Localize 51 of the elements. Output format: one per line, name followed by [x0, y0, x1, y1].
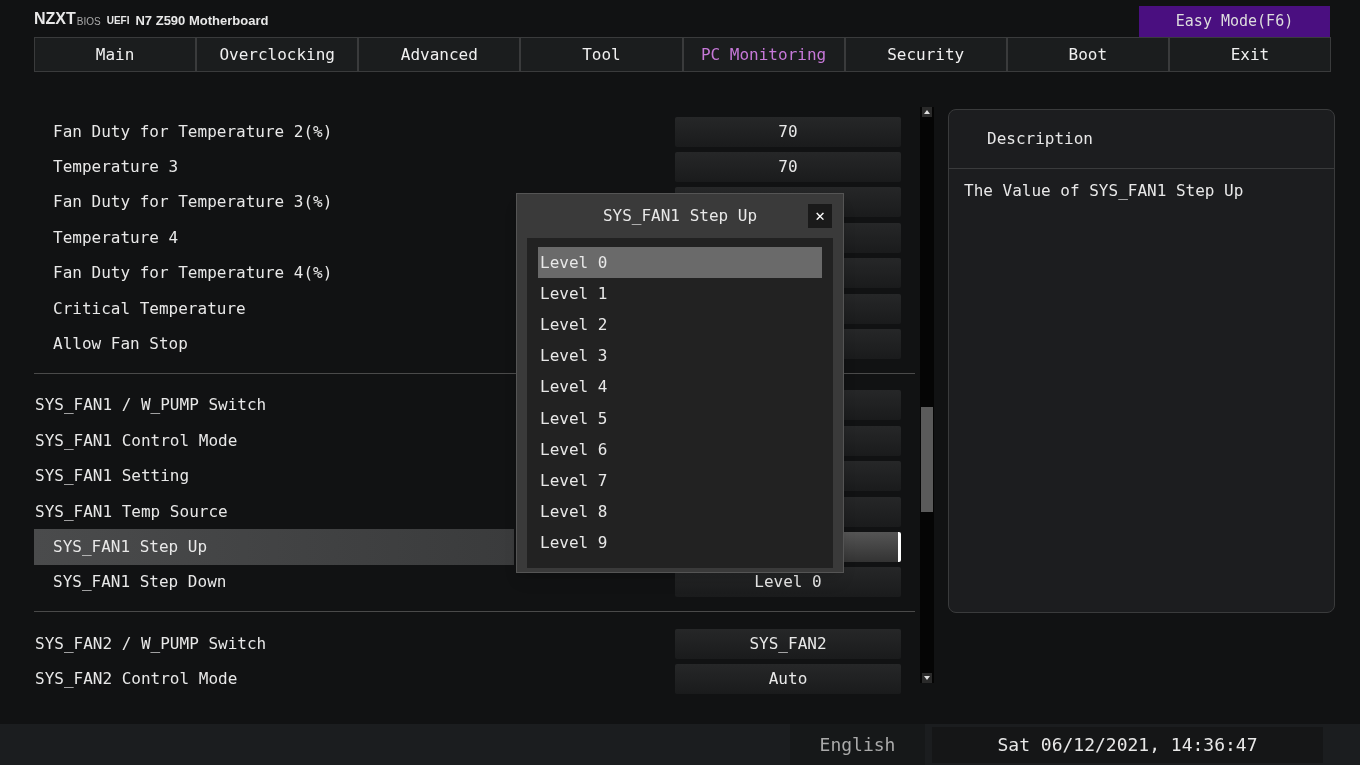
setting-label[interactable]: SYS_FAN1 / W_PUMP Switch: [34, 387, 514, 424]
setting-label[interactable]: SYS_FAN1 Control Mode: [34, 423, 514, 459]
option-item[interactable]: Level 8: [538, 496, 822, 528]
firmware-label: UEFI: [106, 15, 130, 26]
description-title: Description: [987, 128, 1093, 150]
option-item[interactable]: Level 3: [538, 340, 822, 372]
menu-tab[interactable]: Exit: [1168, 37, 1331, 72]
setting-label[interactable]: SYS_FAN1 Step Down: [34, 564, 514, 601]
setting-label[interactable]: Fan Duty for Temperature 2(%): [34, 114, 514, 150]
board-name: N7 Z590 Motherboard: [135, 13, 269, 27]
option-item[interactable]: Level 7: [538, 465, 822, 497]
option-item[interactable]: Level 4: [538, 371, 822, 403]
brand-logo: NZXTBIOS: [34, 10, 101, 27]
menu-tab[interactable]: Overclocking: [196, 37, 359, 72]
scroll-down-icon[interactable]: [922, 673, 932, 683]
value-field[interactable]: Auto: [675, 664, 901, 695]
setting-label[interactable]: Temperature 3: [34, 149, 514, 185]
dialog-title: SYS_FAN1 Step Up: [602, 205, 758, 227]
menu-tab[interactable]: Main: [34, 37, 197, 72]
value-field[interactable]: 70: [675, 116, 901, 147]
menu-tab[interactable]: Tool: [520, 37, 683, 72]
option-item[interactable]: Level 5: [538, 402, 822, 435]
setting-label[interactable]: Allow Fan Stop: [34, 326, 514, 362]
setting-label[interactable]: SYS_FAN2 / W_PUMP Switch: [34, 626, 514, 662]
setting-label[interactable]: Critical Temperature: [34, 290, 514, 327]
setting-label[interactable]: SYS_FAN1 Setting: [34, 458, 514, 494]
option-item[interactable]: Level 9: [538, 527, 822, 559]
date-time: Sat 06/12/2021, 14:36:47: [932, 726, 1323, 763]
menu-tab[interactable]: Advanced: [358, 37, 521, 72]
value-field[interactable]: SYS_FAN2: [675, 628, 901, 659]
scroll-thumb[interactable]: [921, 407, 933, 512]
menu-tab[interactable]: PC Monitoring: [682, 37, 845, 72]
description-text: The Value of SYS_FAN1 Step Up: [963, 180, 1245, 202]
setting-label[interactable]: Fan Duty for Temperature 3(%): [34, 184, 514, 221]
close-button[interactable]: ✕: [808, 204, 832, 228]
scrollbar[interactable]: [920, 107, 934, 683]
setting-label[interactable]: SYS_FAN2 Control Mode: [34, 661, 514, 697]
option-item[interactable]: Level 2: [538, 309, 822, 341]
option-item[interactable]: Level 1: [538, 278, 822, 310]
setting-label[interactable]: SYS_FAN1 Temp Source: [34, 493, 514, 530]
setting-label[interactable]: SYS_FAN1 Step Up: [34, 529, 514, 565]
language-selector[interactable]: English: [790, 724, 925, 765]
option-item[interactable]: Level 0: [538, 247, 822, 279]
easy-mode-button[interactable]: Easy Mode(F6): [1139, 6, 1330, 37]
scroll-up-icon[interactable]: [922, 107, 932, 117]
setting-label[interactable]: Temperature 4: [34, 220, 514, 256]
setting-label[interactable]: Fan Duty for Temperature 4(%): [34, 255, 514, 291]
menu-tab[interactable]: Boot: [1006, 37, 1169, 72]
menu-tab[interactable]: Security: [844, 37, 1007, 72]
option-item[interactable]: Level 6: [538, 434, 822, 466]
value-field[interactable]: 70: [675, 152, 901, 183]
